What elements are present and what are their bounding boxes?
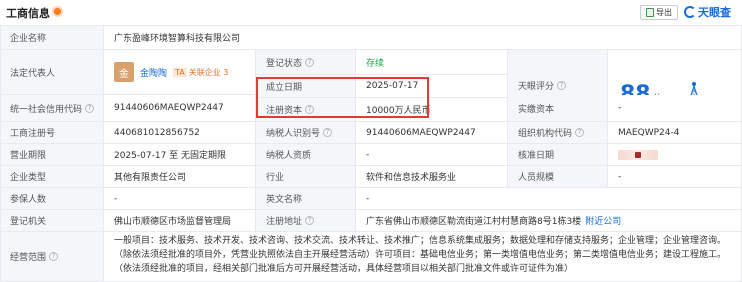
nearby-companies-link[interactable]: 附近公司 [585,214,621,227]
english-name-value: - [356,188,742,210]
label-credit-code: 统一社会信用代码? [0,95,104,122]
help-icon[interactable]: ? [305,57,315,67]
company-type-value: 其他有限责任公司 [104,166,256,188]
label-org-code: 组织机构代码? [508,122,608,144]
label-biz-reg-no: 工商注册号 [0,122,104,144]
excel-icon [646,8,654,17]
label-staff-size: 人员规模 [508,166,608,188]
label-taxpayer-qual: 纳税人资质 [256,144,356,166]
export-button[interactable]: 导出 [640,5,678,20]
taxpayer-qual-value: - [356,144,508,166]
help-icon[interactable]: ? [323,128,333,137]
avatar: 金 [114,62,134,82]
label-insured: 参保人数 [0,188,104,210]
label-reg-capital: 注册资本? [256,98,356,122]
label-found-date: 成立日期 [256,75,356,98]
help-icon[interactable]: ? [305,216,315,225]
label-legal-rep: 法定代表人 [0,50,104,95]
reg-address-value: 广东省佛山市顺德区勒流街道江村村慧商路8号1栋3楼 附近公司 [356,210,742,232]
label-reg-authority: 登记机关 [0,210,104,232]
label-scope: 经营范围? [0,232,104,282]
legal-rep-value[interactable]: 金 金陶陶 TA 关联企业 3 [104,50,256,95]
help-icon[interactable]: ? [85,103,95,113]
label-industry: 行业 [256,166,356,188]
label-approval-date: 核准日期 [508,144,608,166]
reg-authority-value: 佛山市顺德区市场监督管理局 [104,210,256,232]
reg-capital-value: 10000万人民币 [356,98,508,122]
help-icon[interactable]: ? [49,252,59,261]
label-english-name: 英文名称 [256,188,356,210]
label-reg-status: 登记状态? [256,50,356,75]
taxpayer-id-value: 91440606MAEQWP2447 [356,122,508,144]
paid-capital-value: - [608,95,742,122]
insured-value: - [104,188,256,210]
help-icon[interactable]: ? [305,105,315,114]
help-icon[interactable]: ? [557,81,567,90]
scope-value: 一般项目：技术服务、技术开发、技术咨询、技术交流、技术转让、技术推广；信息系统集… [104,232,742,282]
label-company-name: 企业名称 [0,25,104,50]
header: 工商信息 导出 天眼查 [0,0,742,25]
label-company-type: 企业类型 [0,166,104,188]
found-date-value: 2025-07-17 [356,75,508,98]
company-name-value: 广东盈峰环境智算科技有限公司 [104,25,742,50]
legal-rep-name-link[interactable]: 金陶陶 [140,66,167,79]
approval-date-value[interactable] [608,144,742,166]
term-value: 2025-07-17 至 无固定期限 [104,144,256,166]
credit-code-value: 91440606MAEQWP2447 [104,95,256,122]
label-term: 营业期限 [0,144,104,166]
section-title: 工商信息 [6,7,50,20]
staff-size-value: - [608,166,742,188]
alert-dot-icon[interactable] [52,6,63,17]
export-label: 导出 [656,8,672,17]
brand-icon [684,6,696,18]
label-reg-address: 注册地址? [256,210,356,232]
related-companies-badge[interactable]: TA 关联企业 3 [173,67,228,78]
locked-value-icon[interactable] [618,149,658,160]
org-code-value: MAEQWP24-4 [608,122,742,144]
reg-status-value: 存续 [356,50,508,75]
help-icon[interactable]: ? [575,128,585,137]
label-taxpayer-id: 纳税人识别号? [256,122,356,144]
brand-logo: 天眼查 [684,4,731,20]
label-paid-capital: 实缴资本 [508,95,608,122]
biz-reg-no-value: 440681012856752 [104,122,256,144]
industry-value: 软件和信息技术服务业 [356,166,508,188]
